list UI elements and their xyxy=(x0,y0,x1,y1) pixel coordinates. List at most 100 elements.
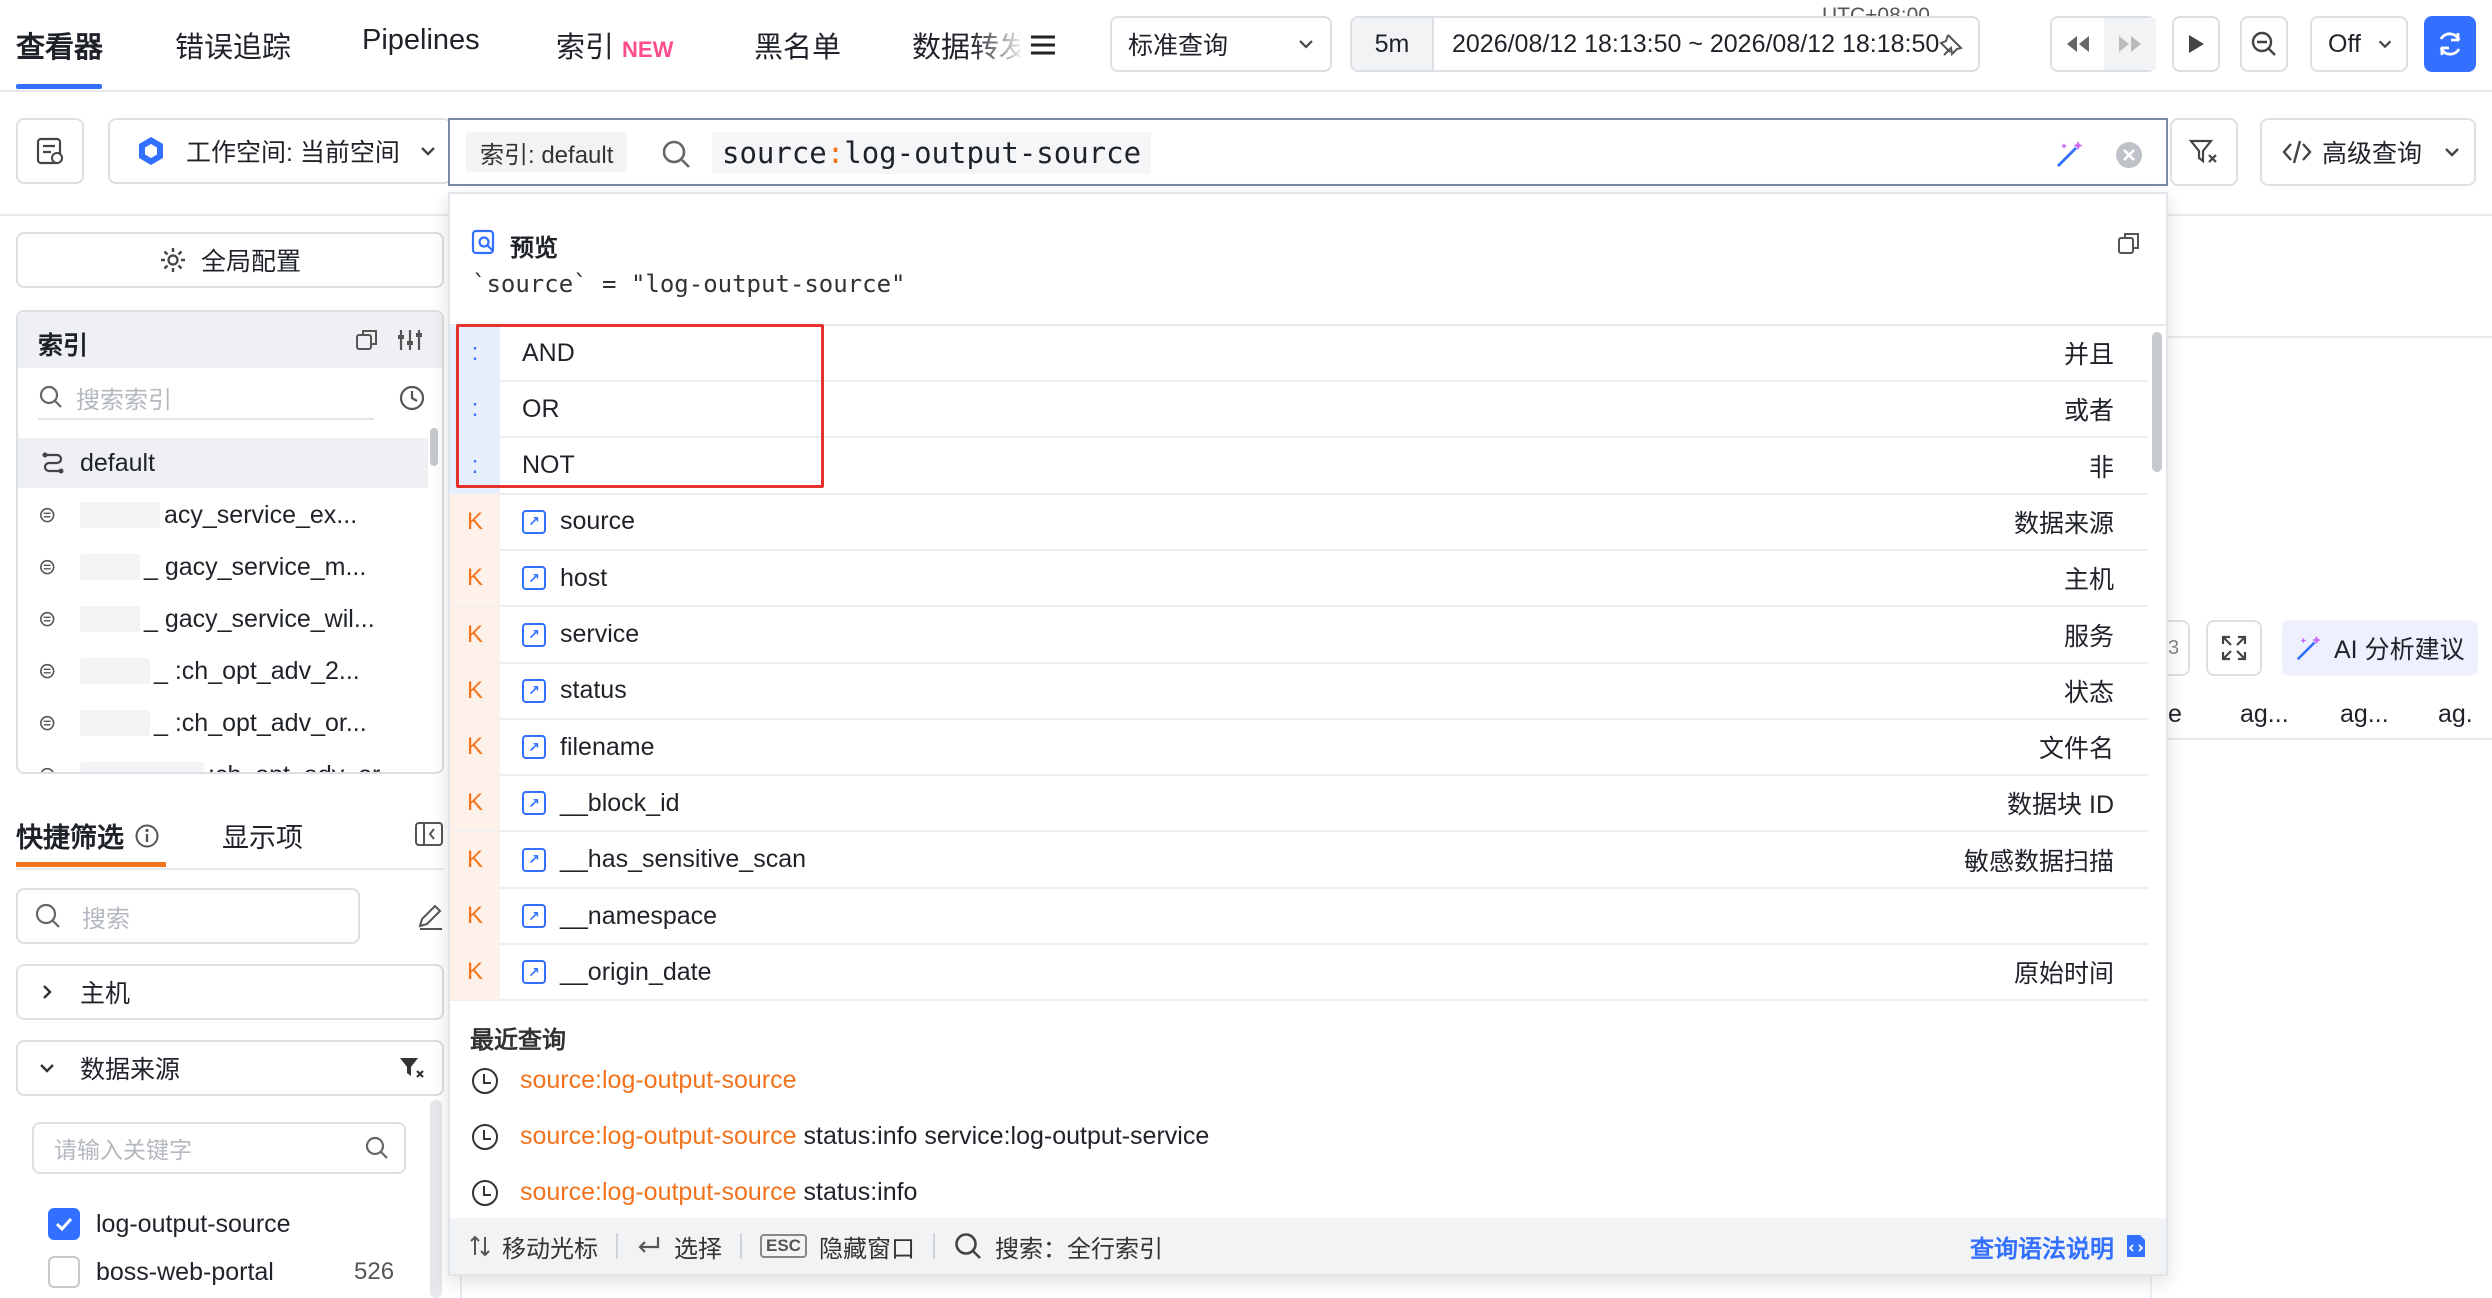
suggestion-description: 原始时间 xyxy=(2013,960,2114,989)
suggestion-scrollbar[interactable] xyxy=(2152,332,2162,472)
ai-analysis-button[interactable]: AI 分析建议 xyxy=(2282,620,2478,676)
tab-quick-filter[interactable]: 快捷筛选 xyxy=(16,816,160,855)
key-suggestion[interactable]: K ↗ __namespace xyxy=(450,888,2148,945)
index-scrollbar[interactable] xyxy=(430,428,438,466)
collapse-panel-icon[interactable] xyxy=(414,820,444,848)
key-suggestion[interactable]: K ↗ __has_sensitive_scan 敏感数据扫描 xyxy=(450,831,2148,889)
suggestion-label: __has_sensitive_scan xyxy=(560,845,806,874)
key-suggestion[interactable]: K ↗ __block_id 数据块 ID xyxy=(450,775,2148,833)
col-header[interactable]: ag... xyxy=(2240,700,2289,729)
time-range-picker[interactable]: 5m 2026/08/12 18:13:50 ~ 2026/08/12 18:1… xyxy=(1350,16,1980,72)
magic-wand-icon xyxy=(2296,635,2321,661)
suggestion-description: 主机 xyxy=(2063,566,2114,595)
index-tag[interactable]: 索引: default xyxy=(466,132,628,172)
tab-pipelines[interactable]: Pipelines xyxy=(362,24,480,57)
keyword-input[interactable]: 请输入关键字 xyxy=(32,1122,406,1174)
filter-group-host[interactable]: 主机 xyxy=(16,964,444,1020)
history-icon[interactable] xyxy=(398,384,426,412)
edit-icon[interactable] xyxy=(416,902,444,930)
search-icon xyxy=(35,903,60,928)
play-button[interactable] xyxy=(2172,16,2220,72)
index-icon: ⊜ xyxy=(38,762,68,772)
tab-error-tracking[interactable]: 错误追踪 xyxy=(175,24,291,66)
index-item[interactable]: ⊜ _ gacy_service_m... xyxy=(18,542,438,592)
refresh-button[interactable] xyxy=(2424,16,2476,72)
magic-wand-icon[interactable] xyxy=(2054,138,2086,170)
key-suggestion[interactable]: K ↗ host 主机 xyxy=(450,550,2148,608)
index-search-input[interactable]: 搜索索引 xyxy=(38,376,374,420)
info-icon[interactable] xyxy=(134,823,160,849)
index-item[interactable]: ⊜ _ gacy_service_wil... xyxy=(18,594,438,644)
index-item[interactable]: ⊜ acy_service_ex... xyxy=(18,490,438,540)
query-token[interactable]: source: log-output-source xyxy=(712,132,1152,174)
field-link-icon: ↗ xyxy=(522,622,546,647)
filter-scrollbar[interactable] xyxy=(430,1100,442,1298)
enter-icon xyxy=(638,1237,660,1253)
suggestion-label: AND xyxy=(522,338,575,367)
index-panel: 索引 搜索索引 default ⊜ acy_service_ex... ⊜ _ ga… xyxy=(16,310,444,774)
index-panel-header: 索引 xyxy=(18,312,442,368)
more-menu-icon[interactable] xyxy=(1028,30,1058,67)
filter-button[interactable] xyxy=(2170,118,2238,186)
gear-icon xyxy=(160,248,185,272)
operator-suggestion[interactable]: : NOT 非 xyxy=(450,437,2148,495)
col-header[interactable]: ag. xyxy=(2438,700,2473,729)
key-suggestion[interactable]: K ↗ __origin_date 原始时间 xyxy=(450,944,2148,1002)
tab-viewer[interactable]: 查看器 xyxy=(16,24,103,66)
key-suggestion[interactable]: K ↗ status 状态 xyxy=(450,662,2148,720)
query-colon: : xyxy=(826,136,845,170)
index-item[interactable]: ⊜:ch_opt_adv_or... xyxy=(18,750,438,772)
syntax-help-link[interactable]: 查询语法说明 xyxy=(1970,1229,2148,1264)
tab-blacklist[interactable]: 黑名单 xyxy=(754,24,841,66)
filter-group-host-label: 主机 xyxy=(80,980,131,1008)
auto-refresh-select[interactable]: Off xyxy=(2310,16,2408,72)
suggestion-label-wrap: ↗ host xyxy=(522,564,607,593)
fullscreen-button[interactable] xyxy=(2206,620,2262,676)
copy-icon[interactable] xyxy=(2116,230,2142,256)
search-icon xyxy=(955,1233,981,1259)
fast-forward-icon[interactable] xyxy=(2104,18,2156,70)
index-item-default[interactable]: default xyxy=(18,438,428,488)
tab-display-fields[interactable]: 显示项 xyxy=(222,816,303,855)
index-item[interactable]: ⊜ _ :ch_opt_adv_or... xyxy=(18,698,438,748)
advanced-query-label: 高级查询 xyxy=(2322,140,2423,168)
copy-icon[interactable] xyxy=(354,327,380,353)
index-panel-title: 索引 xyxy=(38,332,89,360)
recent-query[interactable]: source:log-output-source xyxy=(472,1066,797,1095)
key-suggestion[interactable]: K ↗ filename 文件名 xyxy=(450,719,2148,777)
col-header[interactable]: ag... xyxy=(2340,700,2389,729)
esc-key: ESC xyxy=(760,1234,807,1258)
tab-index[interactable]: 索引 NEW xyxy=(556,24,673,66)
index-item[interactable]: ⊜ _ :ch_opt_adv_2... xyxy=(18,646,438,696)
filter-search-input[interactable]: 搜索 xyxy=(16,888,360,944)
footer-separator xyxy=(740,1233,742,1259)
settings-sliders-icon[interactable] xyxy=(396,327,424,353)
suggestion-label: filename xyxy=(560,732,655,761)
partial-button[interactable]: 3 xyxy=(2168,620,2190,676)
time-range-text[interactable]: 2026/08/12 18:13:50 ~ 2026/08/12 18:18:5… xyxy=(1452,30,1939,59)
key-suggestion[interactable]: K ↗ source 数据来源 xyxy=(450,493,2148,551)
global-config-button[interactable]: 全局配置 xyxy=(16,232,444,288)
checkbox-log-output-source[interactable] xyxy=(48,1208,80,1240)
operator-suggestion[interactable]: : OR 或者 xyxy=(450,381,2148,439)
recent-query[interactable]: source:log-output-source status:info ser… xyxy=(472,1122,1209,1151)
zoom-out-button[interactable] xyxy=(2240,16,2288,72)
checkbox-boss-web-portal[interactable] xyxy=(48,1256,80,1288)
query-mode-select[interactable]: 标准查询 xyxy=(1110,16,1332,72)
filter-clear-icon[interactable] xyxy=(398,1055,426,1081)
key-suggestion[interactable]: K ↗ service 服务 xyxy=(450,606,2148,664)
pin-icon[interactable] xyxy=(1938,32,1964,58)
tab-data-forward[interactable]: 数据转发 xyxy=(912,24,1020,66)
clear-icon[interactable] xyxy=(2114,140,2144,170)
filter-group-source[interactable]: 数据来源 xyxy=(16,1040,444,1096)
recent-query[interactable]: source:log-output-source status:info xyxy=(472,1178,917,1207)
right-area xyxy=(2168,216,2492,218)
time-preset[interactable]: 5m xyxy=(1352,18,1434,70)
query-input[interactable]: 索引: default source: log-output-source xyxy=(448,118,2168,186)
col-header[interactable]: e xyxy=(2168,700,2182,729)
toggle-panel-button[interactable] xyxy=(16,118,84,184)
advanced-query-button[interactable]: 高级查询 xyxy=(2260,118,2476,186)
workspace-select[interactable]: 工作空间: 当前空间 xyxy=(108,118,452,184)
rewind-icon[interactable] xyxy=(2052,18,2104,70)
operator-suggestion[interactable]: : AND 并且 xyxy=(450,325,2148,382)
